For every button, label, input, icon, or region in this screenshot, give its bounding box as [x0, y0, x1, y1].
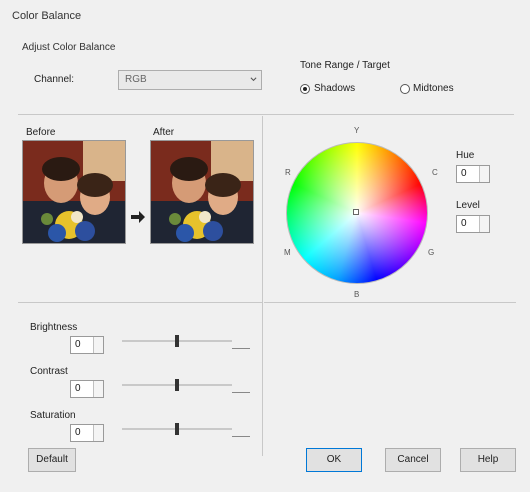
- channel-select[interactable]: RGB: [118, 70, 262, 90]
- slider-value-field[interactable]: 0: [70, 424, 104, 442]
- radio-shadows[interactable]: [300, 84, 310, 94]
- level-label: Level: [456, 200, 480, 211]
- dialog-title: Color Balance: [12, 10, 82, 22]
- compass-lower-right: G: [428, 248, 435, 257]
- slider-value: 0: [75, 339, 81, 350]
- slider-value: 0: [75, 427, 81, 438]
- before-label: Before: [26, 127, 56, 138]
- spin-arrows-icon[interactable]: [93, 381, 103, 397]
- hue-label: Hue: [456, 150, 475, 161]
- wheel-handle[interactable]: [353, 209, 359, 215]
- hue-field[interactable]: 0: [456, 165, 490, 183]
- spin-arrows-icon[interactable]: [479, 166, 489, 182]
- after-preview-image: [150, 140, 254, 244]
- slider-thumb[interactable]: [175, 423, 179, 435]
- slider-thumb[interactable]: [175, 335, 179, 347]
- compass-right: C: [432, 168, 438, 177]
- photo-before: [23, 141, 125, 243]
- level-value: 0: [461, 218, 467, 229]
- radio-shadows-label: Shadows: [314, 83, 356, 94]
- top-divider: [18, 114, 514, 115]
- spin-arrows-icon[interactable]: [93, 425, 103, 441]
- arrow-right-icon: [131, 211, 145, 223]
- after-label: After: [153, 127, 175, 138]
- left-mid-divider: [18, 302, 262, 303]
- spin-arrows-icon[interactable]: [479, 216, 489, 232]
- slider-reset-icon[interactable]: [232, 436, 250, 447]
- channel-value: RGB: [125, 74, 147, 85]
- radio-midtones-label: Midtones: [413, 83, 454, 94]
- compass-top: Y: [354, 126, 360, 135]
- photo-after: [151, 141, 253, 243]
- adjust-group-label: Adjust Color Balance: [22, 42, 116, 53]
- chevron-down-icon: [250, 77, 257, 82]
- cancel-button[interactable]: Cancel: [385, 448, 441, 472]
- slider-reset-icon[interactable]: [232, 348, 250, 359]
- channel-label: Channel:: [34, 74, 75, 85]
- ok-button[interactable]: OK: [306, 448, 362, 472]
- hue-value: 0: [461, 168, 467, 179]
- slider-label: Contrast: [30, 366, 68, 377]
- radio-midtones[interactable]: [400, 84, 410, 94]
- target-label: Tone Range / Target: [300, 60, 390, 71]
- slider-reset-icon[interactable]: [232, 392, 250, 403]
- slider-label: Saturation: [30, 410, 76, 421]
- compass-lower-left: M: [284, 248, 291, 257]
- slider-thumb[interactable]: [175, 379, 179, 391]
- right-mid-divider: [264, 302, 516, 303]
- vertical-divider: [262, 116, 263, 456]
- slider-value: 0: [75, 383, 81, 394]
- spin-arrows-icon[interactable]: [93, 337, 103, 353]
- compass-bottom: B: [354, 290, 360, 299]
- level-field[interactable]: 0: [456, 215, 490, 233]
- slider-value-field[interactable]: 0: [70, 336, 104, 354]
- before-preview-image: [22, 140, 126, 244]
- slider-value-field[interactable]: 0: [70, 380, 104, 398]
- default-button[interactable]: Default: [28, 448, 76, 472]
- help-button[interactable]: Help: [460, 448, 516, 472]
- slider-label: Brightness: [30, 322, 78, 333]
- compass-left: R: [285, 168, 291, 177]
